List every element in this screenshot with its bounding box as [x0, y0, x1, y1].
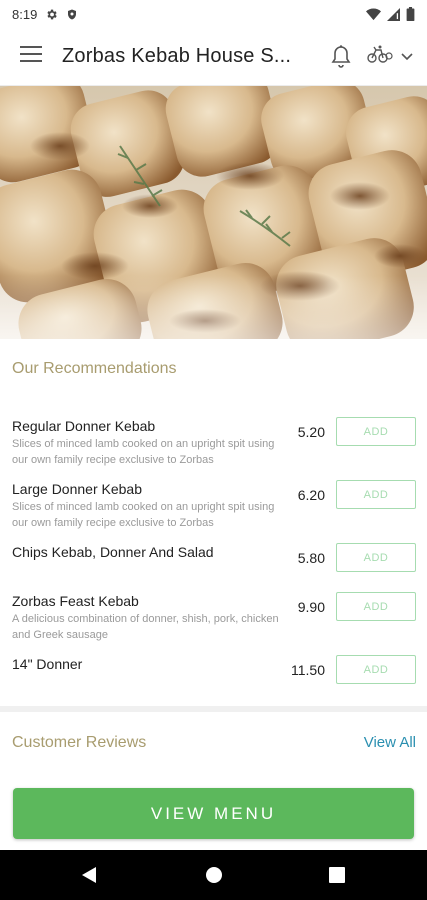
recommendations-title: Our Recommendations [12, 360, 177, 377]
section-divider [0, 706, 427, 712]
menu-button[interactable] [0, 28, 62, 86]
wifi-icon [366, 8, 381, 21]
bikes-icon [367, 44, 393, 69]
item-name: Large Donner Kebab [12, 481, 142, 497]
chevron-down-icon [401, 48, 413, 66]
app-title: Zorbas Kebab House S... [62, 45, 292, 67]
add-button[interactable]: ADD [336, 417, 416, 446]
item-price: 6.20 [297, 487, 325, 503]
item-description: Slices of minced lamb cooked on an uprig… [12, 438, 275, 466]
app-bar: Zorbas Kebab House S... [0, 28, 427, 86]
item-description: Slices of minced lamb cooked on an uprig… [12, 501, 275, 529]
view-menu-button[interactable]: VIEW MENU [13, 788, 414, 839]
item-price: 9.90 [297, 599, 325, 615]
shield-icon [66, 8, 78, 21]
item-name: Zorbas Feast Kebab [12, 593, 139, 609]
item-name: 14" Donner [12, 656, 83, 672]
status-time: 8:19 [12, 6, 38, 22]
reviews-title: Customer Reviews [12, 734, 147, 751]
item-description: A delicious combination of donner, shish… [12, 613, 279, 641]
add-button[interactable]: ADD [336, 592, 416, 621]
add-button[interactable]: ADD [336, 543, 416, 572]
view-all-reviews-link[interactable]: View All [364, 734, 416, 751]
hamburger-menu-icon [20, 45, 42, 68]
add-button[interactable]: ADD [336, 480, 416, 509]
recents-icon[interactable] [329, 867, 345, 883]
back-icon[interactable] [80, 865, 98, 885]
delivery-selector[interactable] [367, 44, 413, 69]
home-icon[interactable] [205, 866, 223, 884]
status-bar: 8:19 [0, 0, 427, 28]
signal-icon [387, 7, 400, 21]
bell-icon[interactable] [329, 44, 353, 70]
hero-food-image [0, 86, 427, 339]
battery-icon [406, 7, 415, 21]
item-price: 5.20 [297, 424, 325, 440]
gear-icon [45, 8, 58, 21]
item-price: 11.50 [291, 662, 325, 678]
system-nav-bar [0, 850, 427, 900]
add-button[interactable]: ADD [336, 655, 416, 684]
item-name: Chips Kebab, Donner And Salad [12, 544, 214, 560]
item-price: 5.80 [297, 550, 325, 566]
item-name: Regular Donner Kebab [12, 418, 156, 434]
